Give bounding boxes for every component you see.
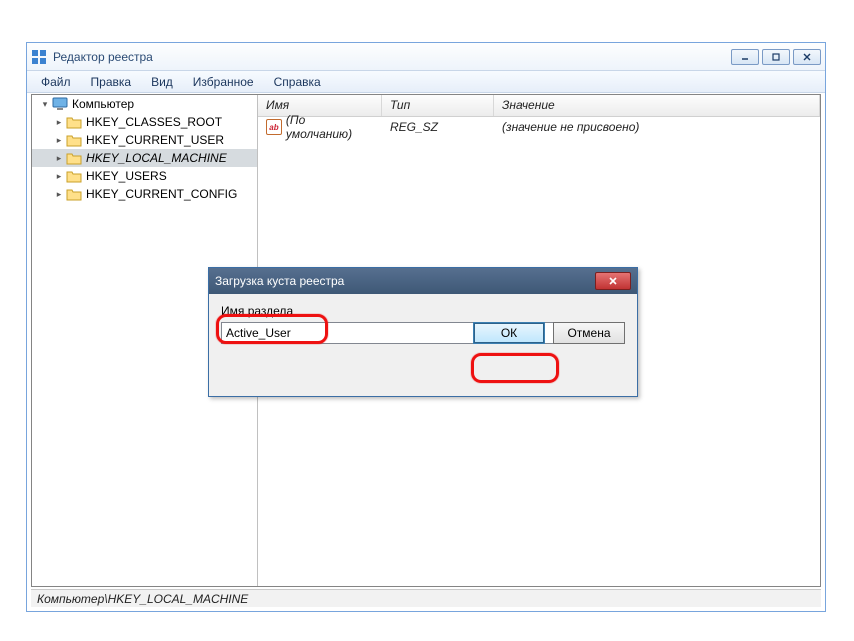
menu-help[interactable]: Справка: [266, 73, 329, 91]
col-type[interactable]: Тип: [382, 95, 494, 116]
folder-icon: [66, 132, 82, 148]
tree-root-label: Компьютер: [72, 97, 134, 111]
menu-file[interactable]: Файл: [33, 73, 79, 91]
tree-item-label: HKEY_CLASSES_ROOT: [86, 115, 222, 129]
menu-favorites[interactable]: Избранное: [185, 73, 262, 91]
expander-icon[interactable]: ▸: [52, 135, 66, 146]
dialog-field-label: Имя раздела: [221, 304, 625, 318]
app-icon: [31, 49, 47, 65]
dialog-titlebar[interactable]: Загрузка куста реестра: [209, 268, 637, 294]
folder-icon: [66, 168, 82, 184]
load-hive-dialog: Загрузка куста реестра Имя раздела ОК От…: [208, 267, 638, 397]
tree-item-hkey_users[interactable]: ▸ HKEY_USERS: [32, 167, 257, 185]
expander-icon[interactable]: ▸: [52, 171, 66, 182]
value-data: (значение не присвоено): [494, 120, 820, 134]
statusbar-path: Компьютер\HKEY_LOCAL_MACHINE: [37, 592, 248, 606]
menu-view[interactable]: Вид: [143, 73, 181, 91]
close-button[interactable]: [793, 49, 821, 65]
titlebar[interactable]: Редактор реестра: [27, 43, 825, 71]
window-title: Редактор реестра: [53, 50, 731, 64]
menubar: Файл Правка Вид Избранное Справка: [27, 71, 825, 93]
tree-item-label: HKEY_USERS: [86, 169, 167, 183]
expander-icon[interactable]: ▾: [38, 99, 52, 110]
minimize-button[interactable]: [731, 49, 759, 65]
folder-icon: [66, 114, 82, 130]
value-name: (По умолчанию): [286, 113, 374, 141]
tree-item-hkey_classes_root[interactable]: ▸ HKEY_CLASSES_ROOT: [32, 113, 257, 131]
menu-edit[interactable]: Правка: [83, 73, 140, 91]
tree-item-label: HKEY_LOCAL_MACHINE: [86, 151, 227, 165]
folder-icon: [66, 186, 82, 202]
expander-icon[interactable]: ▸: [52, 189, 66, 200]
value-type: REG_SZ: [382, 120, 494, 134]
tree-item-hkey_current_user[interactable]: ▸ HKEY_CURRENT_USER: [32, 131, 257, 149]
dialog-title: Загрузка куста реестра: [215, 274, 595, 288]
tree-item-label: HKEY_CURRENT_USER: [86, 133, 224, 147]
cancel-button[interactable]: Отмена: [553, 322, 625, 344]
tree-root[interactable]: ▾ Компьютер: [32, 95, 257, 113]
expander-icon[interactable]: ▸: [52, 153, 66, 164]
ok-button[interactable]: ОК: [473, 322, 545, 344]
string-value-icon: ab: [266, 119, 282, 135]
dialog-close-button[interactable]: [595, 272, 631, 290]
statusbar: Компьютер\HKEY_LOCAL_MACHINE: [31, 589, 821, 607]
tree-item-hkey_current_config[interactable]: ▸ HKEY_CURRENT_CONFIG: [32, 185, 257, 203]
col-value[interactable]: Значение: [494, 95, 820, 116]
tree-item-hkey_local_machine[interactable]: ▸ HKEY_LOCAL_MACHINE: [32, 149, 257, 167]
folder-icon: [66, 150, 82, 166]
computer-icon: [52, 96, 68, 112]
tree-item-label: HKEY_CURRENT_CONFIG: [86, 187, 237, 201]
expander-icon[interactable]: ▸: [52, 117, 66, 128]
list-row[interactable]: ab(По умолчанию)REG_SZ(значение не присв…: [258, 117, 820, 137]
maximize-button[interactable]: [762, 49, 790, 65]
